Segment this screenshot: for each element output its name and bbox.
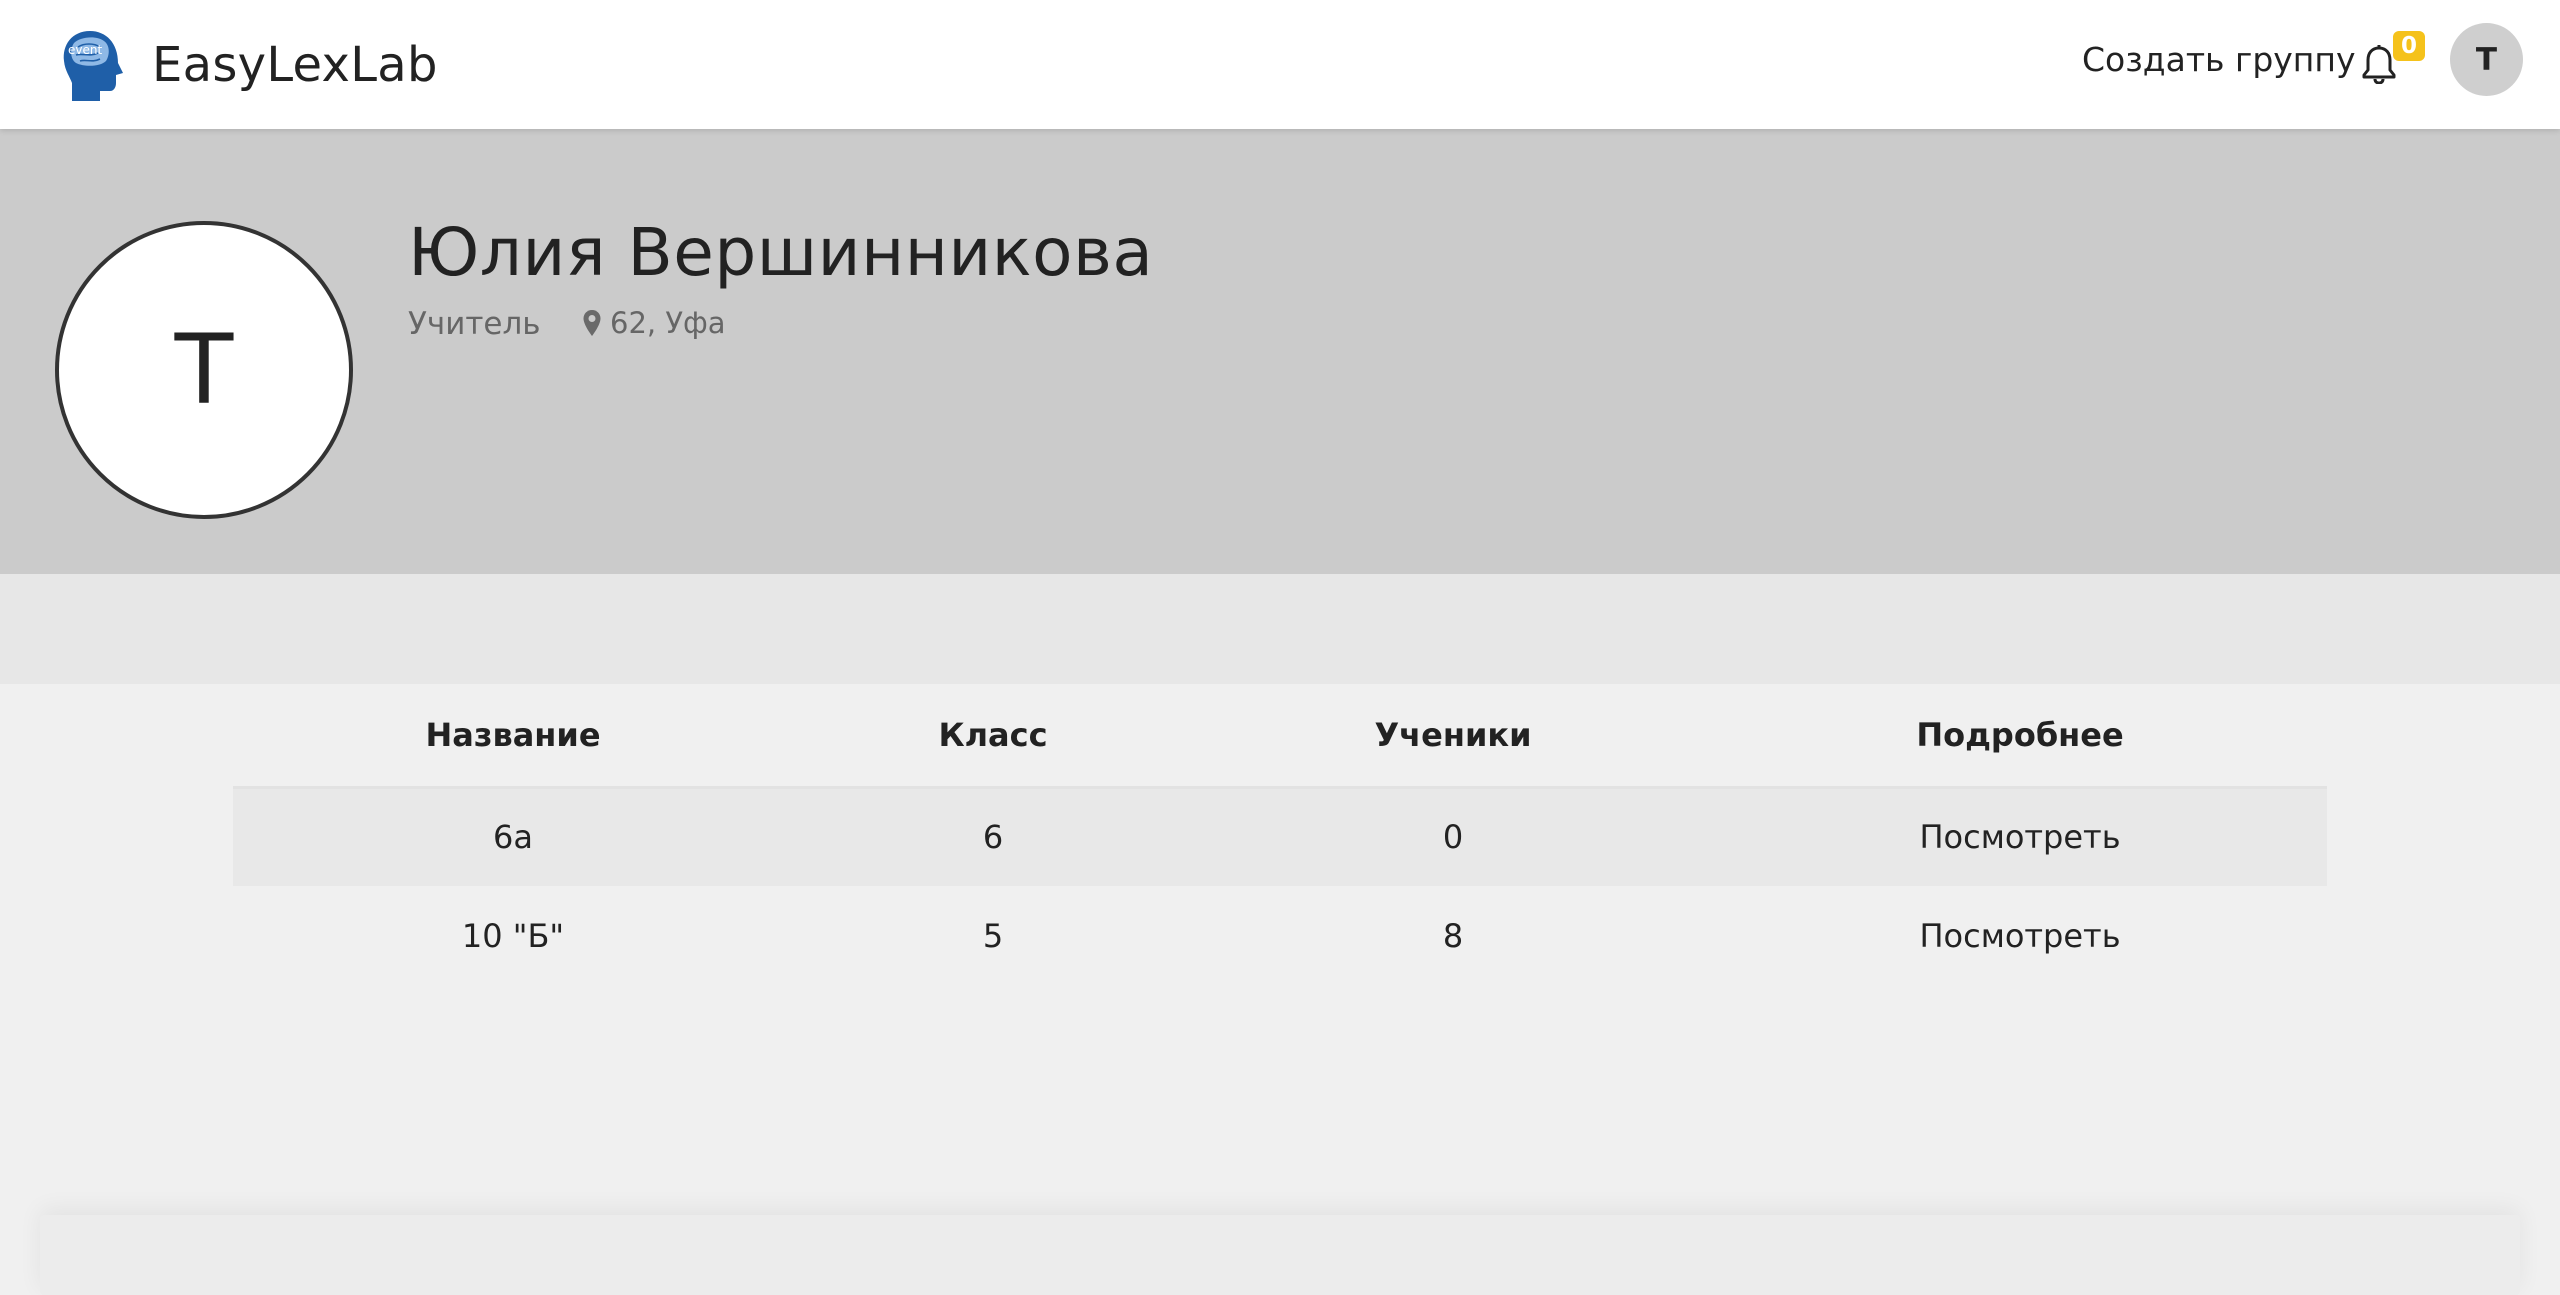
profile-name: Юлия Вершинникова xyxy=(408,214,1154,291)
table-row: 6а 6 0 Посмотреть xyxy=(233,787,2327,886)
group-name-cell: 10 "Б" xyxy=(461,916,565,955)
brand-name: EasyLexLab xyxy=(152,37,438,93)
view-group-link[interactable]: Посмотреть xyxy=(1919,818,2120,856)
notification-count-badge: 0 xyxy=(2393,31,2425,61)
column-header-class: Класс xyxy=(793,684,1193,789)
profile-role: Учитель xyxy=(408,306,541,342)
group-details-cell: Посмотреть xyxy=(1713,787,2327,886)
group-class-cell: 5 xyxy=(982,916,1004,955)
profile-avatar: T xyxy=(55,221,353,519)
content-card-edge xyxy=(40,1215,2520,1295)
bell-icon xyxy=(2362,45,2396,84)
table-header-row: Название Класс Ученики Подробнее xyxy=(233,684,2327,789)
table-row: 10 "Б" 5 8 Посмотреть xyxy=(233,886,2327,985)
create-group-link[interactable]: Создать группу xyxy=(2082,40,2355,79)
profile-location: 62, Уфа xyxy=(582,306,726,340)
user-menu-avatar[interactable]: T xyxy=(2450,23,2523,96)
group-name-cell: 6а xyxy=(233,787,793,886)
groups-table: Название Класс Ученики Подробнее 6а 6 0 … xyxy=(233,684,2327,985)
column-header-name: Название xyxy=(233,684,793,789)
map-pin-icon xyxy=(583,310,601,336)
profile-location-text: 62, Уфа xyxy=(610,306,726,340)
view-group-link[interactable]: Посмотреть xyxy=(1919,917,2120,955)
top-navbar: event EasyLexLab Создать группу 0 T xyxy=(0,0,2560,129)
section-divider-strip xyxy=(0,574,2560,684)
group-class-cell: 6 xyxy=(793,787,1193,886)
brain-head-logo-icon: event xyxy=(63,31,123,101)
brand-home-link[interactable]: event EasyLexLab xyxy=(60,26,438,104)
column-header-details: Подробнее xyxy=(1713,684,2327,789)
group-details-cell: Посмотреть xyxy=(1713,886,2327,985)
group-students-cell: 0 xyxy=(1193,787,1713,886)
svg-text:event: event xyxy=(68,43,102,57)
notifications-button[interactable] xyxy=(2361,44,2397,84)
group-students-cell: 8 xyxy=(1442,916,1464,955)
profile-banner xyxy=(0,129,2560,574)
column-header-students: Ученики xyxy=(1193,684,1713,789)
